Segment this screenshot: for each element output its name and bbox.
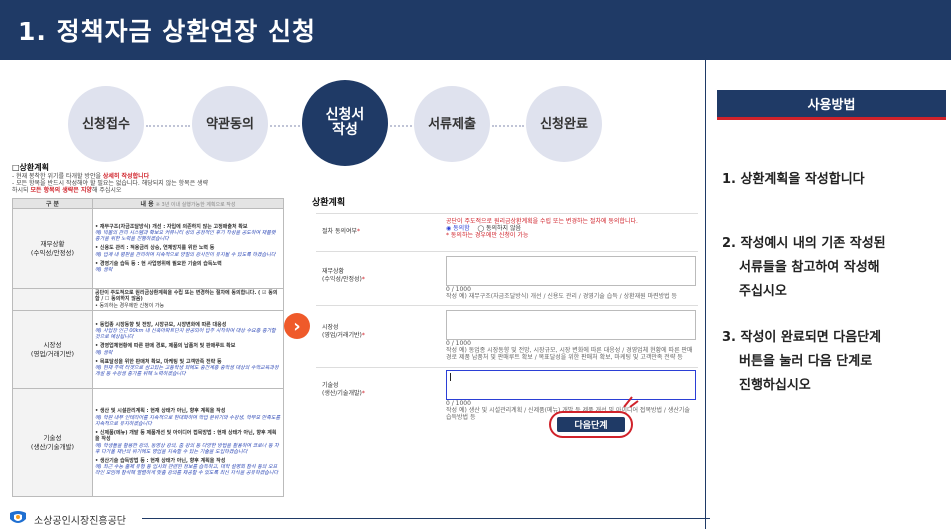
tech-textarea[interactable] — [446, 370, 696, 400]
form-title: 상환계획 — [312, 198, 346, 208]
step-documents: 서류제출 — [414, 86, 490, 162]
footer: 소상공인시장진흥공단 — [0, 506, 710, 529]
instruction-3: 3. 작성이 완료되면 다음단계 버튼을 눌러 다음 단계로 진행하십시오 — [722, 330, 882, 393]
step-connector — [146, 125, 190, 127]
step-terms: 약관동의 — [192, 86, 268, 162]
doc-note: - 현재 봉착한 위기를 타개할 방안을 상세히 작성합니다 - 모든 항목을 … — [12, 173, 209, 194]
step-application-active: 신청서 작성 — [302, 80, 388, 166]
repayment-plan-form: 상환계획 절차 동의여부* 공단이 주도적으로 원리금상환계획을 수립 또는 변… — [312, 195, 698, 445]
title-bar: 1. 정책자금 상환연장 신청 — [0, 0, 951, 60]
col-category: 구 분 — [12, 198, 93, 209]
finance-row: 재무상황 (수익성/안정성)* 0 / 1000 작성 예) 재무구조(자금조달… — [316, 251, 698, 303]
finance-textarea[interactable] — [446, 256, 696, 286]
step-connector — [270, 125, 300, 127]
consent-agree-radio[interactable]: ◉ 동의함 — [446, 225, 470, 232]
step-progress: 신청접수 약관동의 신청서 작성 서류제출 신청완료 — [68, 80, 643, 166]
col-content: 내 용 ※ 3년 이내 실행가능한 계획으로 작성 — [92, 198, 284, 209]
plan-example-table: 구 분 내 용 ※ 3년 이내 실행가능한 계획으로 작성 재무상황 (수익성/… — [12, 198, 284, 497]
table-row: 기술성 (생산/기술개발) • 생산 및 시설관리계획 : 현재 상태가 아닌,… — [12, 388, 284, 497]
org-logo-icon — [10, 511, 26, 523]
consent-disagree-radio[interactable]: ◯ 동의하지 않음 — [477, 225, 521, 232]
instruction-2: 2. 작성예시 내의 기존 작성된 서류들을 참고하여 작성해 주십시오 — [722, 236, 886, 299]
tech-row: 기술성 (생산/기술개발)* 0 / 1000 작성 예) 생산 및 시설관리계… — [316, 367, 698, 421]
consent-row: 절차 동의여부* 공단이 주도적으로 원리금상환계획을 수립 또는 변경하는 절… — [316, 213, 698, 249]
instruction-1: 1. 상환계획을 작성합니다 — [722, 172, 865, 187]
table-row: 공단이 주도적으로 원리금상환계획을 수립 또는 변경하는 절차에 동의합니다.… — [12, 288, 284, 311]
table-row: 시장성 (영업/거래기반) • 동업종 시장동향 및 전망, 시장규모, 시장변… — [12, 310, 284, 389]
org-name: 소상공인시장진흥공단 — [34, 516, 126, 527]
page-title: 1. 정책자금 상환연장 신청 — [18, 17, 317, 46]
step-submit: 신청접수 — [68, 86, 144, 162]
howto-header: 사용방법 — [717, 90, 946, 120]
next-step-button[interactable]: 다음단계 — [549, 411, 633, 438]
market-textarea[interactable] — [446, 310, 696, 340]
arrow-right-icon: › — [284, 313, 310, 339]
vertical-divider — [705, 60, 706, 529]
text-caret — [450, 373, 451, 381]
doc-heading: □상환계획 — [12, 163, 49, 172]
step-connector — [492, 125, 524, 127]
example-document: □상환계획 - 현재 봉착한 위기를 타개할 방안을 상세히 작성합니다 - 모… — [12, 162, 284, 522]
step-complete: 신청완료 — [526, 86, 602, 162]
step-connector — [390, 125, 412, 127]
footer-line — [142, 518, 710, 519]
click-pointer-icon — [623, 396, 639, 408]
market-row: 시장성 (영업/거래기반)* 0 / 1000 작성 예) 동업종 시장동향 및… — [316, 305, 698, 363]
table-row: 재무상황 (수익성/안정성) • 재무구조(자금조달방식) 개선 : 자입에 의… — [12, 208, 284, 289]
